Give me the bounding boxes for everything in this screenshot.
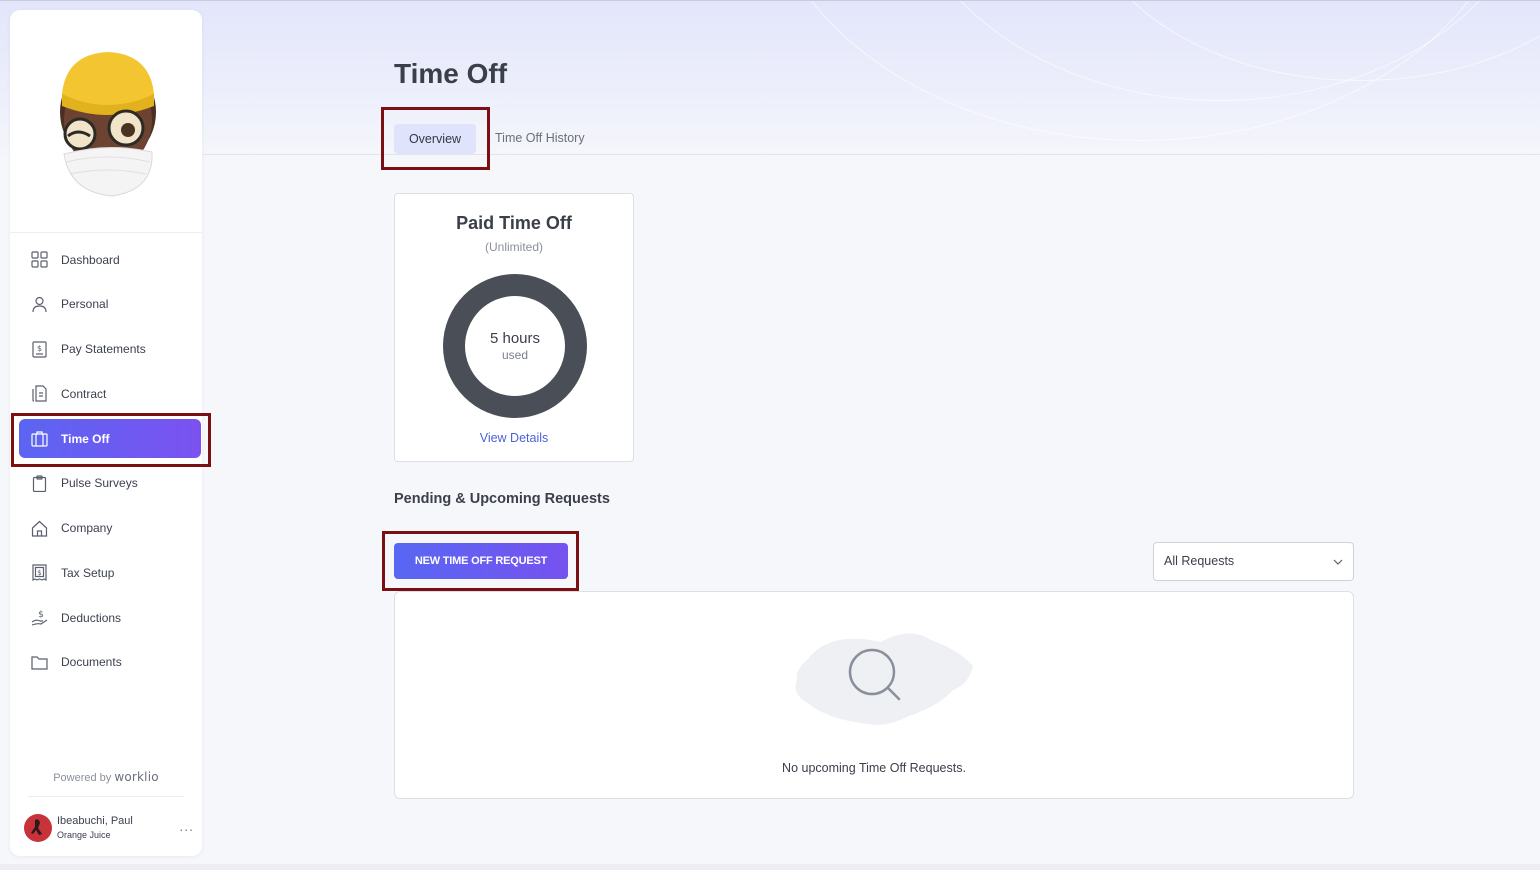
sidebar-item-label: Company — [61, 521, 113, 535]
sidebar-item-label: Dashboard — [61, 252, 120, 267]
grid-icon — [31, 251, 48, 268]
chevron-down-icon — [1333, 559, 1343, 565]
sidebar-item-label: Documents — [61, 655, 122, 670]
contract-icon — [31, 385, 48, 402]
home-icon — [31, 520, 48, 537]
sidebar-item-label: Pulse Surveys — [61, 476, 138, 491]
user-avatar[interactable] — [24, 814, 52, 842]
folder-icon — [31, 654, 48, 671]
tab-time-off-history[interactable]: Time Off History — [495, 131, 585, 145]
header-background — [0, 0, 1540, 160]
sidebar-divider — [10, 232, 202, 233]
pto-usage-donut: 5 hours used — [443, 274, 587, 418]
profile-avatar[interactable] — [52, 50, 164, 202]
sidebar-item-pulse-surveys[interactable]: Pulse Surveys — [19, 464, 201, 503]
empty-search-icon — [795, 633, 973, 725]
dollar-doc-icon: $ — [31, 340, 48, 358]
sidebar-item-label: Pay Statements — [61, 342, 146, 356]
sidebar-item-label: Tax Setup — [61, 565, 115, 580]
new-request-highlight — [382, 531, 579, 591]
overview-tab-highlight — [381, 107, 490, 170]
sidebar-item-dashboard[interactable]: Dashboard — [19, 240, 201, 279]
clipboard-icon — [31, 475, 48, 492]
svg-text:$: $ — [38, 610, 44, 620]
person-icon — [31, 296, 48, 313]
filter-selected-value: All Requests — [1164, 554, 1235, 568]
user-profile[interactable]: Ibeabuchi, Paul Orange Juice ... — [24, 812, 194, 844]
sidebar-item-label: Deductions — [61, 610, 122, 625]
user-organization: Orange Juice — [57, 830, 111, 840]
view-details-link[interactable]: View Details — [395, 431, 633, 445]
hand-dollar-icon: $ — [31, 609, 48, 626]
sidebar-item-documents[interactable]: Documents — [19, 643, 201, 682]
sidebar-item-label: Contract — [61, 386, 107, 401]
sidebar-divider — [28, 796, 184, 797]
worklio-logo: worklio — [114, 770, 159, 784]
bottom-strip — [0, 864, 1540, 870]
donut-center: 5 hours used — [465, 296, 565, 396]
paid-time-off-card: Paid Time Off (Unlimited) 5 hours used V… — [394, 193, 634, 462]
more-options-icon[interactable]: ... — [179, 818, 194, 834]
requests-filter-select[interactable]: All Requests — [1153, 542, 1354, 581]
page-title: Time Off — [394, 58, 508, 89]
pto-subtitle: (Unlimited) — [484, 240, 543, 254]
svg-text:$: $ — [37, 569, 41, 577]
user-name: Ibeabuchi, Paul — [57, 815, 133, 827]
time-off-highlight — [11, 413, 211, 467]
pending-requests-title: Pending & Upcoming Requests — [394, 491, 610, 507]
empty-requests-message: No upcoming Time Off Requests. — [782, 761, 966, 775]
sidebar-item-label: Personal — [61, 297, 109, 312]
pto-title: Paid Time Off — [456, 213, 572, 233]
sidebar-item-personal[interactable]: Personal — [19, 285, 201, 324]
hours-used-label: used — [501, 348, 529, 362]
sidebar-item-tax-setup[interactable]: $ Tax Setup — [19, 553, 201, 592]
sidebar-item-deductions[interactable]: $ Deductions — [19, 598, 201, 637]
sidebar-item-contract[interactable]: Contract — [19, 374, 201, 413]
powered-by-label: Powered by — [53, 772, 112, 784]
svg-text:$: $ — [37, 344, 42, 353]
powered-by: Powered by worklio — [10, 770, 202, 784]
sidebar-item-company[interactable]: Company — [19, 509, 201, 548]
tax-receipt-icon: $ — [31, 564, 48, 582]
requests-list-panel: No upcoming Time Off Requests. — [394, 591, 1354, 799]
sidebar-item-pay-statements[interactable]: $ Pay Statements — [19, 330, 201, 369]
hours-used-value: 5 hours — [489, 330, 541, 347]
